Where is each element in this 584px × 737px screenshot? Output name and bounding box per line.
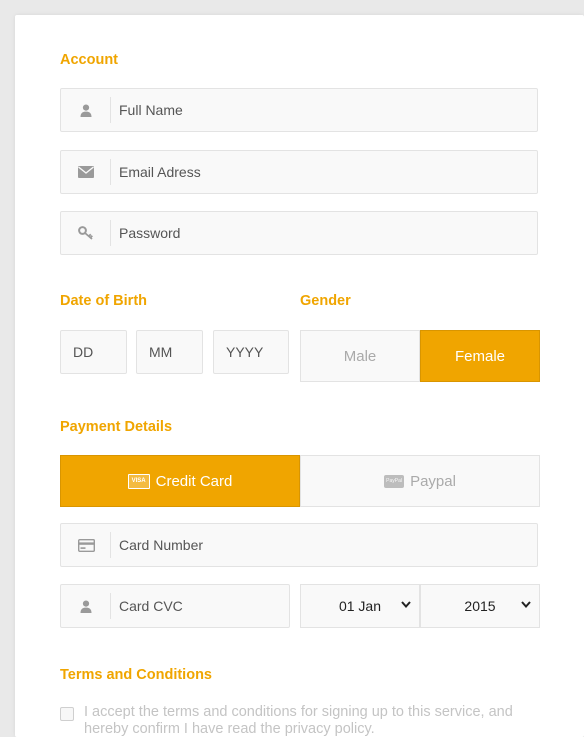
gender-male-button[interactable]: Male	[300, 330, 420, 382]
section-title-terms: Terms and Conditions	[60, 667, 212, 683]
password-field[interactable]	[60, 211, 538, 255]
full-name-field[interactable]	[60, 88, 538, 132]
expiry-year-value: 2015	[464, 598, 496, 614]
card-cvc-field[interactable]	[60, 584, 290, 628]
paypal-icon: PayPal	[384, 474, 405, 488]
envelope-icon	[61, 151, 111, 193]
expiry-year-select[interactable]: 2015	[420, 584, 540, 628]
password-input[interactable]	[119, 212, 531, 254]
credit-card-label: Credit Card	[155, 472, 233, 490]
expiry-month-value: 01 Jan	[338, 598, 382, 614]
card-number-field[interactable]	[60, 523, 538, 567]
dob-month-input[interactable]	[137, 331, 202, 373]
email-input[interactable]	[119, 151, 531, 193]
terms-checkbox[interactable]	[60, 707, 74, 721]
terms-text: I accept the terms and conditions for si…	[84, 704, 513, 737]
email-field[interactable]	[60, 150, 538, 194]
card-number-input[interactable]	[119, 524, 531, 566]
gender-female-button[interactable]: Female	[420, 330, 540, 382]
registration-form: Account Date of Birth Gender Male Female…	[15, 15, 584, 737]
chevron-down-icon	[521, 601, 531, 609]
section-title-gender: Gender	[300, 293, 351, 309]
user-icon	[61, 89, 111, 131]
dob-day-field[interactable]	[60, 330, 127, 374]
credit-card-icon	[61, 524, 111, 566]
dob-year-field[interactable]	[213, 330, 289, 374]
expiry-month-select[interactable]: 01 Jan	[300, 584, 420, 628]
visa-icon: VISA	[127, 473, 150, 489]
dob-year-input[interactable]	[214, 331, 288, 373]
section-title-account: Account	[60, 52, 118, 68]
card-cvc-input[interactable]	[119, 585, 283, 627]
full-name-input[interactable]	[119, 89, 531, 131]
section-title-payment: Payment Details	[60, 419, 173, 435]
payment-paypal-button[interactable]: PayPal Paypal	[300, 455, 540, 507]
user-icon	[61, 585, 111, 627]
paypal-label: Paypal	[410, 472, 456, 490]
dob-month-field[interactable]	[136, 330, 203, 374]
section-title-dob: Date of Birth	[60, 293, 147, 309]
chevron-down-icon	[401, 601, 411, 609]
dob-day-input[interactable]	[61, 331, 126, 373]
payment-credit-card-button[interactable]: VISA Credit Card	[60, 455, 300, 507]
key-icon	[61, 212, 111, 254]
